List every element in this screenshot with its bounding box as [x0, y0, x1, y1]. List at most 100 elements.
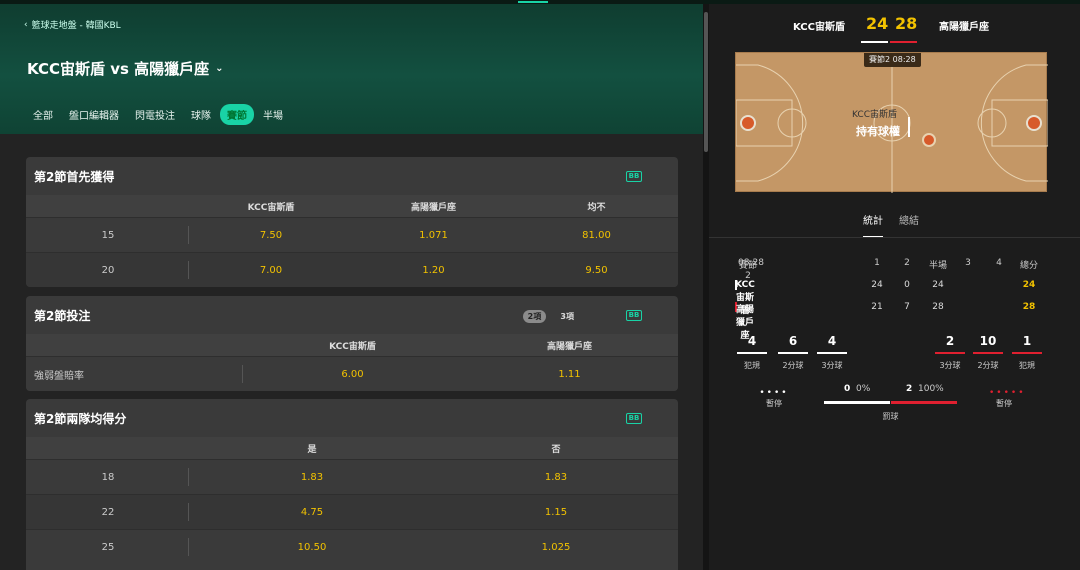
stat-label: 3分球: [821, 361, 843, 370]
stat-away-3pt: 2 3分球: [935, 334, 965, 371]
odds-button[interactable]: 1.071: [352, 230, 515, 241]
market-title: 第2節兩隊均得分: [34, 411, 127, 426]
tab-summary[interactable]: 總結: [899, 212, 919, 227]
column-header: KCC宙斯盾 高陽獵戶座 均不: [26, 195, 678, 217]
tab-quick-bet[interactable]: 閃電投注: [128, 104, 182, 125]
divider: [188, 261, 189, 279]
column-label: 高陽獵戶座: [410, 202, 456, 213]
market-header[interactable]: 第2節兩隊均得分 BB: [26, 399, 678, 437]
divider: [242, 365, 243, 383]
stat-label: 犯規: [1019, 361, 1035, 370]
match-title-text: KCC宙斯盾 vs 高陽獵戶座: [27, 60, 210, 78]
col-half: 半場: [928, 261, 947, 271]
home-ft: 0: [844, 384, 851, 394]
timeout-label: 暫停: [766, 399, 782, 408]
way-toggle: 2項 3項: [522, 308, 574, 323]
stat-label: 2分球: [782, 361, 804, 370]
market-header[interactable]: 第2節投注 2項 3項 BB: [26, 296, 678, 334]
market-card: 第2節首先獲得 BB KCC宙斯盾 高陽獵戶座 均不 15 7.50 1.071…: [26, 157, 678, 287]
stat-value: 10: [979, 334, 997, 348]
column-label: KCC宙斯盾: [329, 341, 376, 352]
tab-teams[interactable]: 球隊: [184, 104, 218, 125]
tab-half[interactable]: 半場: [256, 104, 290, 125]
tab-all[interactable]: 全部: [26, 104, 60, 125]
timeout-label: 暫停: [996, 399, 1012, 408]
stat-underline: [737, 352, 767, 354]
row-label: 22: [101, 506, 115, 518]
odds-button[interactable]: 4.75: [190, 507, 434, 518]
chevron-left-icon[interactable]: ‹: [24, 20, 28, 30]
column-header: 是 否: [26, 437, 678, 459]
market-card: 第2節兩隊均得分 BB 是 否 18 1.83 1.83 22 4.75 1.1…: [26, 399, 678, 570]
stat-value: 6: [788, 334, 798, 348]
away-indicator: [890, 41, 917, 43]
stat-home-2pt: 6 2分球: [778, 334, 808, 371]
odds-button[interactable]: 10.50: [190, 542, 434, 553]
market-tabs: 全部 盤口編輯器 閃電投注 球隊 賽節 半場: [26, 104, 292, 125]
row-label: 強弱盤賠率: [34, 370, 84, 382]
divider: [188, 226, 189, 244]
home-indicator: [861, 41, 888, 43]
breadcrumb-text[interactable]: 籃球走地盤 - 韓國KBL: [32, 18, 121, 31]
odds-button[interactable]: 1.11: [461, 369, 678, 380]
stat-value: 4: [747, 334, 757, 348]
toggle-2way[interactable]: 2項: [522, 310, 547, 323]
scrollbar-thumb[interactable]: [704, 12, 708, 152]
score-cell: 24: [871, 280, 883, 290]
row-label: 18: [101, 471, 115, 483]
stat-underline: [935, 352, 965, 354]
column-label: 高陽獵戶座: [546, 341, 592, 352]
stat-underline: [817, 352, 847, 354]
stat-underline: [778, 352, 808, 354]
odds-button[interactable]: 1.83: [434, 472, 678, 483]
breadcrumb[interactable]: ‹ 籃球走地盤 - 韓國KBL: [24, 18, 121, 32]
table-row: 強弱盤賠率 6.00 1.11: [26, 356, 678, 391]
stat-home-3pt: 4 3分球: [817, 334, 847, 371]
away-team-name: 高陽獵戶座: [939, 22, 989, 33]
column-header: KCC宙斯盾 高陽獵戶座: [26, 334, 678, 356]
odds-button[interactable]: 81.00: [515, 230, 678, 241]
possession-team: KCC宙斯盾: [852, 110, 897, 120]
ft-label: 罰球: [882, 412, 899, 421]
period-time: 08:28: [738, 258, 764, 268]
tab-quarters[interactable]: 賽節: [220, 104, 254, 125]
toggle-3way[interactable]: 3項: [560, 311, 574, 322]
odds-button[interactable]: 1.025: [434, 542, 678, 553]
score-cell: 7: [904, 302, 910, 312]
odds-button[interactable]: 7.00: [190, 265, 352, 276]
table-row: 20 7.00 1.20 9.50: [26, 252, 678, 287]
divider: [188, 503, 189, 521]
away-hoop-icon: [1026, 115, 1042, 131]
top-indicator: [518, 1, 548, 3]
divider: [188, 468, 189, 486]
odds-button[interactable]: 9.50: [515, 265, 678, 276]
odds-button[interactable]: 1.15: [434, 507, 678, 518]
table-row: 18 1.83 1.83: [26, 459, 678, 494]
tab-bet-builder[interactable]: 盤口編輯器: [62, 104, 126, 125]
odds-button[interactable]: 1.83: [190, 472, 434, 483]
away-ft-bar: [891, 401, 957, 404]
score-cell: 0: [904, 280, 910, 290]
stats-tabs: 統計 總結: [709, 212, 1080, 240]
col-q2: 2: [904, 258, 910, 268]
clock-time: 08:28: [892, 55, 916, 64]
timeout-dots: •••••: [989, 388, 1026, 398]
chevron-down-icon[interactable]: ⌄: [215, 63, 223, 74]
away-score: 28: [895, 14, 918, 33]
stat-label: 3分球: [939, 361, 961, 370]
odds-button[interactable]: 7.50: [190, 230, 352, 241]
match-header: ‹ 籃球走地盤 - 韓國KBL KCC宙斯盾 vs 高陽獵戶座 ⌄ 全部 盤口編…: [0, 4, 703, 134]
away-timeouts: ••••• 暫停: [989, 388, 1026, 409]
odds-button[interactable]: 6.00: [244, 369, 461, 380]
score-table-header: 賽節2 08:28 1 2 半場 3 4 總分: [735, 258, 1045, 281]
match-title[interactable]: KCC宙斯盾 vs 高陽獵戶座 ⌄: [27, 58, 224, 79]
col-total: 總分: [1019, 261, 1038, 271]
ball-icon: [922, 133, 936, 147]
column-label: 否: [551, 444, 561, 455]
bet-builder-badge: BB: [626, 170, 642, 182]
market-header[interactable]: 第2節首先獲得 BB: [26, 157, 678, 195]
odds-button[interactable]: 1.20: [352, 265, 515, 276]
tab-stats[interactable]: 統計: [863, 212, 883, 227]
game-clock: 賽節2 08:28: [864, 53, 921, 67]
market-title: 第2節投注: [34, 308, 91, 323]
